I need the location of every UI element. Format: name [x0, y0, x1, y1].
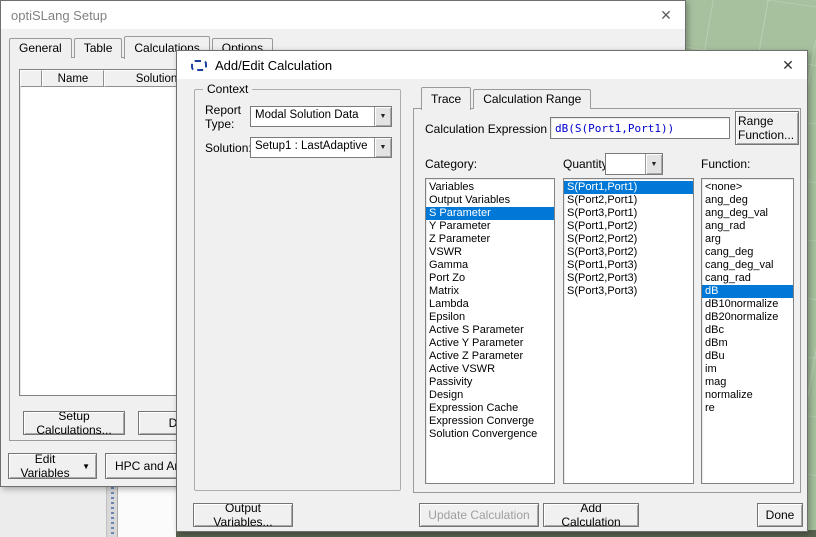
list-item[interactable]: normalize	[702, 389, 793, 402]
tab-general[interactable]: General	[9, 38, 72, 58]
list-item[interactable]: Output Variables	[426, 194, 554, 207]
dropdown-arrow-icon: ▼	[82, 462, 90, 471]
function-listbox[interactable]: <none>ang_degang_deg_valang_radargcang_d…	[701, 178, 794, 484]
calculation-expression-input[interactable]: dB(S(Port1,Port1))	[550, 117, 730, 139]
list-item[interactable]: Z Parameter	[426, 233, 554, 246]
edit-variables-label: Edit Variables	[15, 453, 75, 479]
report-type-combobox[interactable]: Modal Solution Data ▼	[250, 106, 392, 127]
add-edit-calculation-dialog: Add/Edit Calculation ✕ Context Report Ty…	[176, 50, 808, 532]
splitter-dots-icon	[111, 487, 114, 537]
list-item[interactable]: Gamma	[426, 259, 554, 272]
list-item[interactable]: cang_deg_val	[702, 259, 793, 272]
tab-calculation-range[interactable]: Calculation Range	[473, 89, 591, 109]
list-item[interactable]: cang_rad	[702, 272, 793, 285]
list-item[interactable]: S(Port2,Port2)	[564, 233, 693, 246]
output-variables-button[interactable]: Output Variables...	[193, 503, 293, 527]
app-background-panel	[0, 487, 176, 537]
list-item[interactable]: Expression Converge	[426, 415, 554, 428]
list-item[interactable]: dB20normalize	[702, 311, 793, 324]
column-header-blank[interactable]	[20, 70, 42, 87]
app-white-pane	[118, 487, 176, 537]
quantity-filter-combobox[interactable]: ▼	[605, 153, 663, 175]
list-item[interactable]: cang_deg	[702, 246, 793, 259]
list-item[interactable]: dBc	[702, 324, 793, 337]
pane-splitter-handle[interactable]	[106, 487, 118, 537]
list-item[interactable]: S(Port2,Port1)	[564, 194, 693, 207]
quantity-label: Quantity:	[563, 157, 611, 171]
list-item[interactable]: S Parameter	[426, 207, 554, 220]
context-group-label: Context	[203, 82, 252, 96]
list-item[interactable]: dB	[702, 285, 793, 298]
list-item[interactable]: S(Port3,Port2)	[564, 246, 693, 259]
column-header-name[interactable]: Name	[42, 70, 104, 87]
list-item[interactable]: Active S Parameter	[426, 324, 554, 337]
list-item[interactable]: ang_deg_val	[702, 207, 793, 220]
list-item[interactable]: Expression Cache	[426, 402, 554, 415]
range-function-button[interactable]: Range Function...	[735, 111, 799, 145]
add-calculation-button[interactable]: Add Calculation	[543, 503, 639, 527]
list-item[interactable]: Port Zo	[426, 272, 554, 285]
list-item[interactable]: ang_rad	[702, 220, 793, 233]
list-item[interactable]: Active VSWR	[426, 363, 554, 376]
calc-dialog-titlebar[interactable]: Add/Edit Calculation ✕	[177, 51, 807, 79]
quantity-filter-value	[606, 154, 645, 174]
category-listbox[interactable]: VariablesOutput VariablesS ParameterY Pa…	[425, 178, 555, 484]
edit-variables-button[interactable]: Edit Variables ▼	[8, 453, 97, 479]
update-calculation-button: Update Calculation	[419, 503, 539, 527]
quantity-listbox[interactable]: S(Port1,Port1)S(Port2,Port1)S(Port3,Port…	[563, 178, 694, 484]
dropdown-arrow-icon[interactable]: ▼	[645, 154, 662, 174]
solution-combobox[interactable]: Setup1 : LastAdaptive ▼	[250, 137, 392, 158]
list-item[interactable]: Passivity	[426, 376, 554, 389]
dropdown-arrow-icon[interactable]: ▼	[374, 138, 391, 157]
list-item[interactable]: Active Y Parameter	[426, 337, 554, 350]
list-item[interactable]: dB10normalize	[702, 298, 793, 311]
list-item[interactable]: Matrix	[426, 285, 554, 298]
report-type-label: Report Type:	[205, 103, 253, 131]
list-item[interactable]: mag	[702, 376, 793, 389]
optislang-title: optiSLang Setup	[11, 8, 107, 23]
calculation-expression-label: Calculation Expression :	[425, 122, 554, 136]
list-item[interactable]: S(Port1,Port1)	[564, 181, 693, 194]
list-item[interactable]: S(Port2,Port3)	[564, 272, 693, 285]
list-item[interactable]: S(Port3,Port1)	[564, 207, 693, 220]
close-icon[interactable]: ✕	[657, 6, 675, 24]
list-item[interactable]: Active Z Parameter	[426, 350, 554, 363]
solution-label: Solution:	[205, 141, 252, 155]
dialog-app-icon	[191, 60, 207, 71]
report-type-value: Modal Solution Data	[251, 107, 374, 126]
list-item[interactable]: S(Port3,Port3)	[564, 285, 693, 298]
list-item[interactable]: dBm	[702, 337, 793, 350]
list-item[interactable]: S(Port1,Port2)	[564, 220, 693, 233]
list-item[interactable]: VSWR	[426, 246, 554, 259]
calc-dialog-title: Add/Edit Calculation	[215, 58, 332, 73]
list-item[interactable]: Design	[426, 389, 554, 402]
list-item[interactable]: <none>	[702, 181, 793, 194]
close-icon[interactable]: ✕	[779, 56, 797, 74]
list-item[interactable]: S(Port1,Port3)	[564, 259, 693, 272]
dropdown-arrow-icon[interactable]: ▼	[374, 107, 391, 126]
list-item[interactable]: Epsilon	[426, 311, 554, 324]
range-function-label: Range Function...	[738, 114, 796, 142]
setup-calculations-button[interactable]: Setup Calculations...	[23, 411, 125, 435]
tab-table[interactable]: Table	[74, 38, 123, 58]
category-label: Category:	[425, 157, 477, 171]
list-item[interactable]: im	[702, 363, 793, 376]
list-item[interactable]: arg	[702, 233, 793, 246]
list-item[interactable]: Lambda	[426, 298, 554, 311]
list-item[interactable]: Y Parameter	[426, 220, 554, 233]
optislang-titlebar[interactable]: optiSLang Setup ✕	[1, 1, 685, 29]
list-item[interactable]: ang_deg	[702, 194, 793, 207]
done-button[interactable]: Done	[757, 503, 803, 527]
function-label: Function:	[701, 157, 750, 171]
list-item[interactable]: dBu	[702, 350, 793, 363]
tab-trace[interactable]: Trace	[421, 87, 471, 110]
list-item[interactable]: re	[702, 402, 793, 415]
list-item[interactable]: Solution Convergence	[426, 428, 554, 441]
solution-value: Setup1 : LastAdaptive	[251, 138, 374, 157]
context-groupbox: Context Report Type: Modal Solution Data…	[194, 89, 401, 491]
list-item[interactable]: Variables	[426, 181, 554, 194]
